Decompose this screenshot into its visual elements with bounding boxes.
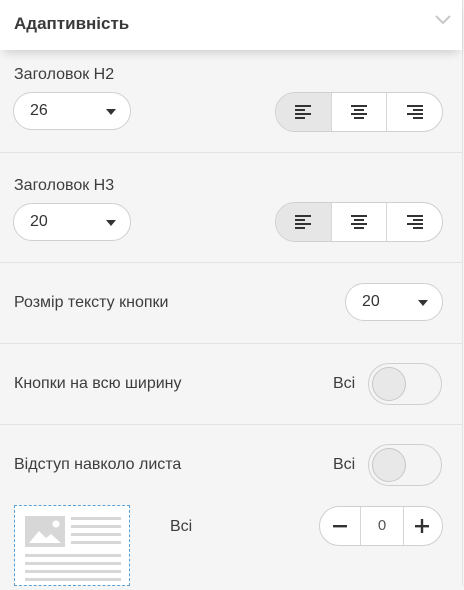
h2-label: Заголовок H2 <box>14 66 115 83</box>
align-left-icon <box>295 215 312 229</box>
align-center-icon <box>351 215 367 229</box>
h2-section: Заголовок H2 26 <box>0 50 462 153</box>
sheet-padding-scope: Всі <box>333 456 356 473</box>
h3-size-select[interactable]: 20 <box>13 203 131 241</box>
sheet-padding-label: Відступ навколо листа <box>14 456 182 473</box>
panel-header[interactable]: Адаптивність <box>0 0 462 50</box>
chevron-down-icon[interactable] <box>434 14 452 26</box>
h3-align-left-button[interactable] <box>276 203 332 241</box>
minus-icon <box>333 525 347 528</box>
sheet-padding-toggle[interactable] <box>368 444 442 486</box>
align-right-icon <box>406 215 423 229</box>
h2-align-left-button[interactable] <box>276 93 332 131</box>
caret-down-icon <box>418 300 428 306</box>
full-width-toggle[interactable] <box>368 363 442 405</box>
h2-size-select[interactable]: 26 <box>13 92 131 130</box>
full-width-label: Кнопки на всю ширину <box>14 375 182 392</box>
plus-icon <box>415 519 429 533</box>
full-width-scope: Всі <box>333 375 356 392</box>
increment-button[interactable] <box>402 507 442 545</box>
decrement-button[interactable] <box>320 507 360 545</box>
h2-align-center-button[interactable] <box>332 93 388 131</box>
h2-align-right-button[interactable] <box>387 93 442 131</box>
button-text-size-select[interactable]: 20 <box>345 283 443 321</box>
h3-size-value: 20 <box>30 213 48 230</box>
caret-down-icon <box>106 220 116 226</box>
full-width-section: Кнопки на всю ширину Всі <box>0 344 462 425</box>
align-right-icon <box>406 105 423 119</box>
toggle-knob <box>372 367 406 401</box>
caret-down-icon <box>106 109 116 115</box>
padding-stepper: 0 <box>319 506 443 546</box>
sheet-padding-preview <box>14 505 130 586</box>
align-left-icon <box>295 105 312 119</box>
h3-alignment-group <box>275 202 443 242</box>
h3-section: Заголовок H3 20 <box>0 153 462 263</box>
padding-value[interactable]: 0 <box>360 507 404 545</box>
h2-size-value: 26 <box>30 102 48 119</box>
h2-alignment-group <box>275 92 443 132</box>
panel-title: Адаптивність <box>14 14 130 33</box>
h3-label: Заголовок H3 <box>14 177 115 194</box>
button-text-section: Розмір тексту кнопки 20 <box>0 263 462 344</box>
h3-align-center-button[interactable] <box>332 203 388 241</box>
toggle-knob <box>372 448 406 482</box>
align-center-icon <box>351 105 367 119</box>
document-preview-icon <box>25 516 121 581</box>
button-text-label: Розмір тексту кнопки <box>14 294 169 311</box>
h3-align-right-button[interactable] <box>387 203 442 241</box>
button-text-size-value: 20 <box>362 293 380 310</box>
adaptivity-panel: Адаптивність Заголовок H2 26 Заголовок H… <box>0 0 463 586</box>
padding-value-scope: Всі <box>170 518 193 535</box>
